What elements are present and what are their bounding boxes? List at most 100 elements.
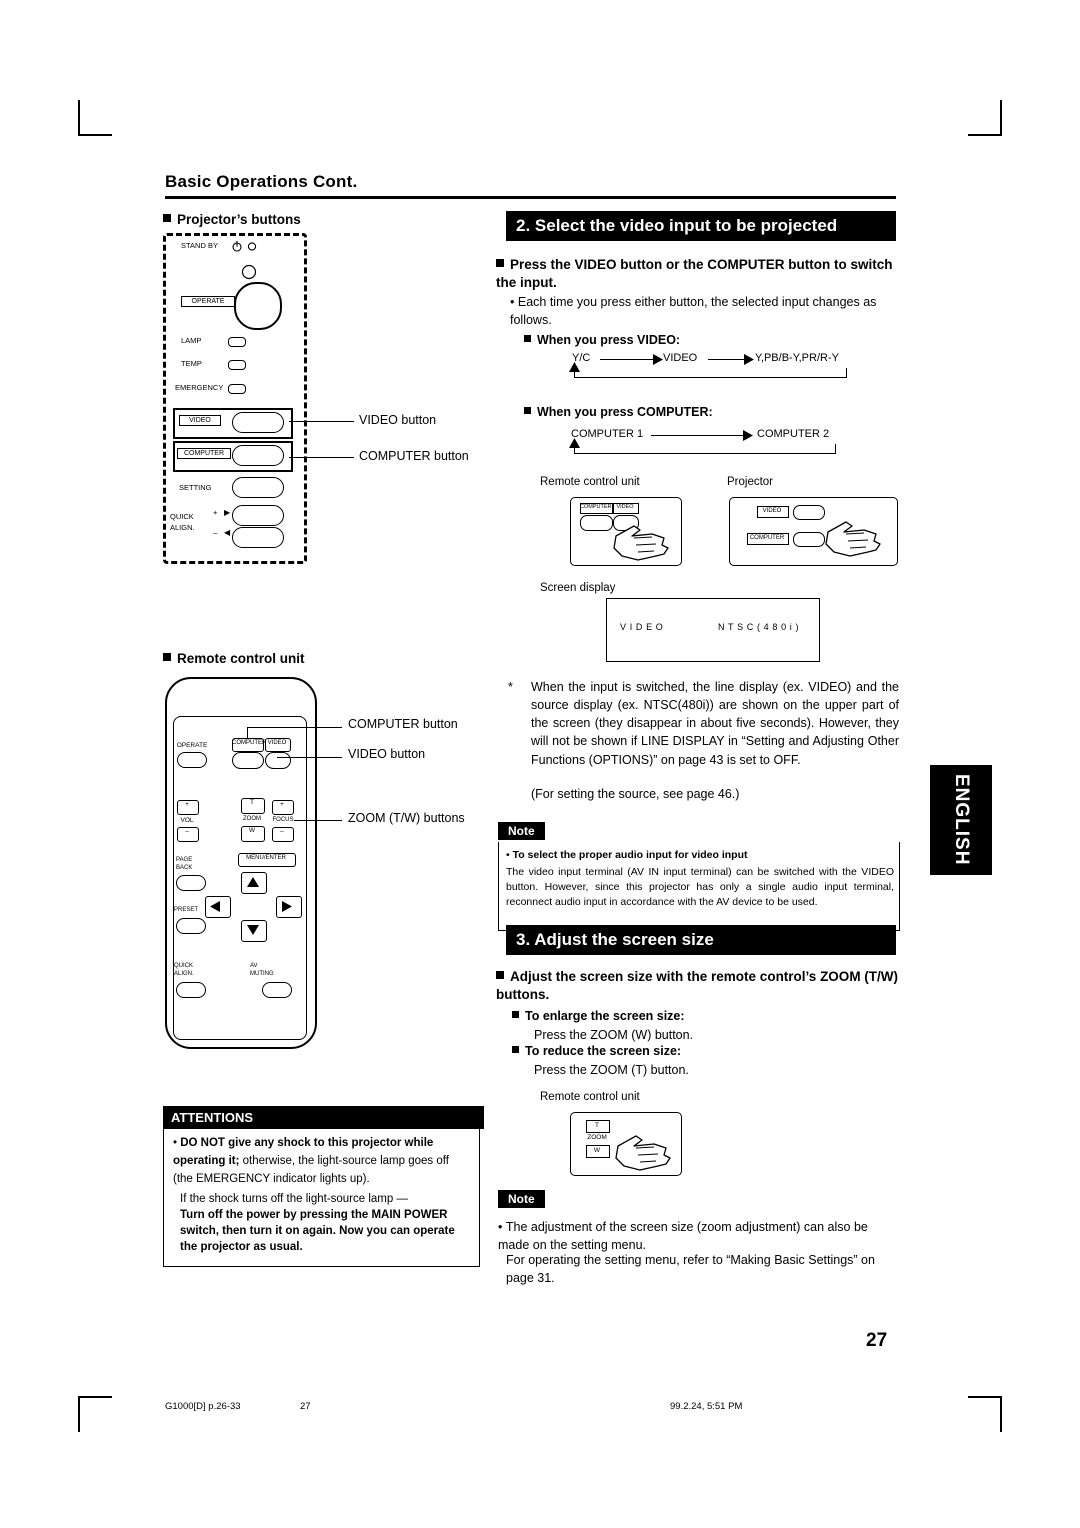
emergency-label: EMERGENCY [175, 383, 224, 392]
title-rule [165, 196, 896, 199]
projector-quick-align-minus-button[interactable] [232, 527, 284, 548]
zoom-t-label: T [595, 1122, 599, 1129]
video-press-heading: When you press VIDEO: [524, 331, 680, 349]
remote-page-label: PAGE [176, 857, 193, 863]
bullet-square-icon [163, 214, 171, 222]
projector-quick-align-plus-button[interactable] [232, 505, 284, 526]
projector-setting-button[interactable] [232, 477, 284, 498]
section-3-subheading: Adjust the screen size with the remote c… [496, 969, 899, 1003]
remote-vol-label: VOL [180, 817, 194, 824]
remote-focus-plus-label: + [280, 801, 284, 808]
callout-video-button: VIDEO button [359, 413, 437, 427]
footer-left: G1000[D] p.26-33 [165, 1401, 241, 1412]
attentions-bullet: • DO NOT give any shock to this projecto… [173, 1137, 449, 1186]
video-flow-item-2: Y,PB/B-Y,PR/R-Y [755, 352, 839, 364]
temp-label: TEMP [181, 359, 202, 368]
crop-mark-br-h [968, 1396, 1002, 1398]
remote-control-heading: Remote control unit [163, 650, 305, 668]
remote-page-back-button[interactable] [176, 875, 206, 891]
page-number: 27 [866, 1330, 888, 1351]
operate-label: OPERATE [181, 296, 235, 307]
arrow-head-icon-1 [653, 354, 663, 365]
remote-preset-button[interactable] [176, 918, 206, 934]
setting-label: SETTING [179, 483, 212, 492]
quick-plus-label: + [213, 508, 218, 517]
video-flow-arrow-2 [708, 359, 748, 361]
power-icon [232, 241, 242, 252]
remote-zoom-t-label: T [250, 799, 254, 806]
align-label: ALIGN. [170, 523, 195, 532]
reduce-heading: To reduce the screen size: [512, 1042, 681, 1060]
remote-computer-label: COMPUTER [232, 740, 267, 746]
remote-back-label: BACK [176, 865, 193, 871]
remote-operate-button[interactable] [177, 752, 207, 768]
note-1-bold: To select the proper audio input for vid… [512, 849, 748, 861]
remote-control-unit-caption: Remote control unit [540, 476, 640, 488]
arrow-right-icon [282, 901, 292, 912]
remote-quick-label: QUICK [174, 963, 194, 969]
projector-computer-button[interactable] [232, 445, 284, 466]
lamp-label: LAMP [181, 336, 202, 345]
mini-remote-video-label: VIDEO [616, 504, 634, 510]
quick-minus-label: – [213, 528, 218, 537]
mini-projector-video-label: VIDEO [762, 508, 782, 514]
arrow-up-icon [247, 877, 259, 887]
footer-center: 27 [300, 1401, 311, 1412]
remote-align-label: ALIGN. [174, 971, 194, 977]
leader-remote-zoom [294, 820, 342, 821]
remote-focus-label: FOCUS [272, 817, 294, 823]
note-2-text-2: For operating the setting menu, refer to… [506, 1253, 875, 1286]
attentions-para2: If the shock turns off the light-source … [180, 1193, 408, 1205]
note-label-1: Note [498, 822, 545, 840]
crop-mark-tl-h [78, 134, 112, 136]
section-2-bullet: • Each time you press either button, the… [510, 295, 877, 328]
remote-video-label: VIDEO [267, 740, 287, 746]
bullet-square-icon-2 [163, 653, 171, 661]
remote-quick-align-button[interactable] [176, 982, 206, 998]
arrow-down-icon [247, 925, 259, 935]
crop-mark-bl-v [78, 1396, 80, 1432]
remote-video-button[interactable] [265, 752, 291, 769]
crop-mark-tl-v [78, 100, 80, 136]
bullet-square-icon-4 [524, 335, 531, 342]
callout-remote-computer-button: COMPUTER button [348, 717, 458, 731]
leader-remote-computer-drop [247, 727, 248, 739]
projector-video-label: VIDEO [179, 415, 221, 426]
remote-av-muting-button[interactable] [262, 982, 292, 998]
page-title: Basic Operations Cont. [165, 172, 358, 191]
projector-buttons-heading: Projector’s buttons [163, 211, 301, 229]
arrow-left-icon [210, 901, 220, 912]
arrow-head-icon-2 [744, 354, 754, 365]
remote-vol-minus-label: – [185, 828, 189, 835]
remote-operate-label: OPERATE [176, 742, 208, 749]
operate-indicator-icon [241, 264, 257, 280]
video-flow-loop [574, 368, 847, 378]
screen-display-caption: Screen display [540, 582, 616, 594]
star-marker: * [508, 680, 513, 694]
remote-computer-button[interactable] [232, 752, 264, 769]
leader-remote-video [277, 757, 342, 758]
enlarge-heading: To enlarge the screen size: [512, 1007, 685, 1025]
leader-computer [289, 457, 354, 458]
mini-projector-computer-label: COMPUTER [749, 535, 785, 541]
note-1-bullet: • To select the proper audio input for v… [506, 849, 748, 861]
arrow-head-icon-5 [569, 438, 580, 448]
computer-flow-item-1: COMPUTER 2 [757, 428, 830, 440]
star-note-paragraph: When the input is switched, the line dis… [531, 680, 899, 767]
section-2-heading: 2. Select the video input to be projecte… [506, 211, 896, 241]
remote-control-unit-caption-2: Remote control unit [540, 1091, 640, 1103]
crop-mark-tr-h [968, 134, 1002, 136]
quick-left-arrow-icon: ◀ [224, 528, 231, 537]
projector-video-button[interactable] [232, 412, 284, 433]
quick-label: QUICK [170, 512, 194, 521]
note-2-bullet: • The adjustment of the screen size (zoo… [498, 1220, 868, 1253]
english-tab: ENGLISH [930, 765, 992, 875]
bullet-square-icon-7 [512, 1011, 519, 1018]
hand-pointing-icon-1 [613, 525, 669, 561]
arrow-head-icon-3 [569, 362, 580, 372]
crop-mark-tr-v [1000, 100, 1002, 136]
page-root: Basic Operations Cont. Projector’s butto… [0, 0, 1080, 1528]
remote-muting-label: MUTING [250, 971, 274, 977]
operate-button[interactable] [234, 282, 282, 330]
leader-remote-computer [247, 727, 342, 728]
